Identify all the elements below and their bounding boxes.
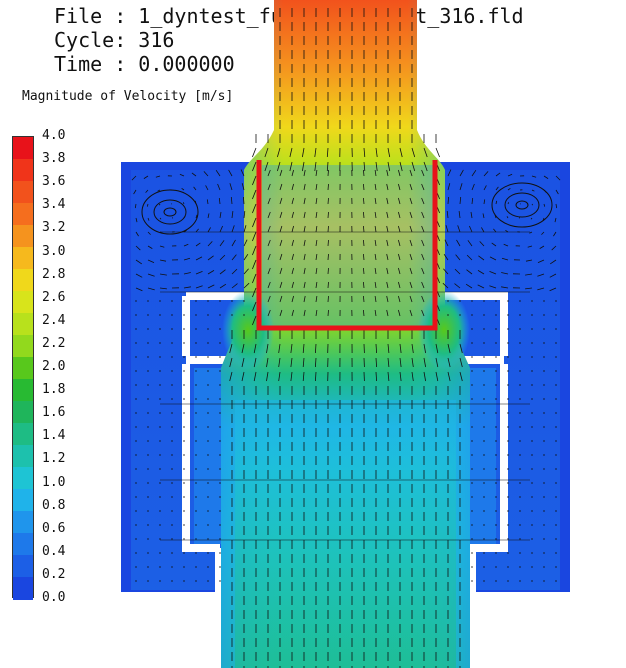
divider-lower-right [470,548,476,592]
velocity-vector [327,309,329,317]
velocity-vector [327,197,329,205]
velocity-vector [327,183,329,191]
velocity-vector [327,295,329,303]
cup-interior [262,165,434,328]
velocity-vector [435,147,440,158]
velocity-vector [327,253,329,261]
velocity-vector [327,211,329,219]
velocity-field-plot [121,0,570,668]
velocity-vector [327,281,329,289]
velocity-vector [327,239,329,247]
velocity-vector [327,169,329,177]
divider-lower-left [215,548,221,592]
velocity-vector [327,267,329,275]
velocity-vector [327,225,329,233]
